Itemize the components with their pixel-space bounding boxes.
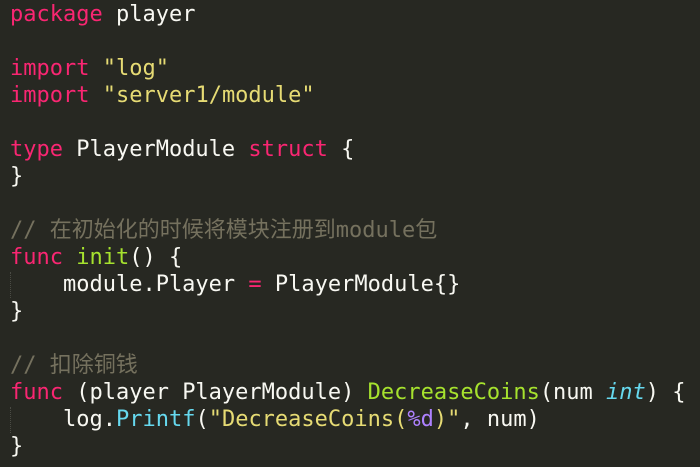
punctuation: , num) — [460, 407, 540, 432]
keyword: func — [10, 380, 63, 405]
code-line: // 在初始化的时候将模块注册到module包 — [10, 217, 700, 244]
code-line: } — [10, 163, 700, 190]
code-line: log.Printf("DecreaseCoins(%d)", num) — [10, 406, 700, 433]
function-name: DecreaseCoins — [367, 380, 540, 405]
code-line: package player — [10, 1, 700, 28]
string-literal: )" — [433, 407, 461, 432]
punctuation: } — [10, 299, 24, 324]
code-line: // 扣除铜钱 — [10, 352, 700, 379]
function-name: init — [76, 245, 130, 270]
comment: // 扣除铜钱 — [10, 353, 138, 378]
keyword: package — [10, 2, 103, 27]
keyword: import — [10, 56, 90, 81]
code-line: import "log" — [10, 55, 700, 82]
keyword: type — [10, 137, 63, 162]
code-editor[interactable]: package player import "log" import "serv… — [0, 0, 700, 467]
operator: = — [248, 272, 262, 297]
keyword: func — [10, 245, 63, 270]
code-line: import "server1/module" — [10, 82, 700, 109]
code-line: type PlayerModule struct { — [10, 136, 700, 163]
code-line: func init() { — [10, 244, 700, 271]
punctuation: () { — [129, 245, 183, 270]
identifier: player — [102, 2, 196, 27]
string-literal: "DecreaseCoins( — [208, 407, 408, 432]
identifier: (player PlayerModule) — [62, 380, 368, 405]
identifier: PlayerModule — [62, 137, 249, 162]
string-literal: "log" — [102, 56, 169, 81]
punctuation: { — [327, 137, 355, 162]
format-verb: %d — [407, 407, 434, 432]
string-literal: "server1/module" — [102, 83, 315, 108]
code-line: } — [10, 433, 700, 460]
punctuation: } — [10, 164, 24, 189]
identifier: log. — [10, 407, 116, 432]
punctuation: } — [10, 434, 24, 459]
identifier: (num — [539, 380, 607, 405]
keyword: struct — [248, 137, 328, 162]
code-line: } — [10, 298, 700, 325]
identifier: module.Player — [10, 272, 249, 297]
function-call: Printf — [115, 407, 196, 432]
code-line: module.Player = PlayerModule{} — [10, 271, 700, 298]
comment: // 在初始化的时候将模块注册到module包 — [10, 218, 438, 243]
code-line: func (player PlayerModule) DecreaseCoins… — [10, 379, 700, 406]
punctuation: ) { — [645, 380, 686, 405]
keyword: import — [10, 83, 90, 108]
type-name: int — [606, 380, 646, 405]
identifier: PlayerModule{} — [261, 272, 461, 297]
punctuation: ( — [195, 407, 209, 432]
